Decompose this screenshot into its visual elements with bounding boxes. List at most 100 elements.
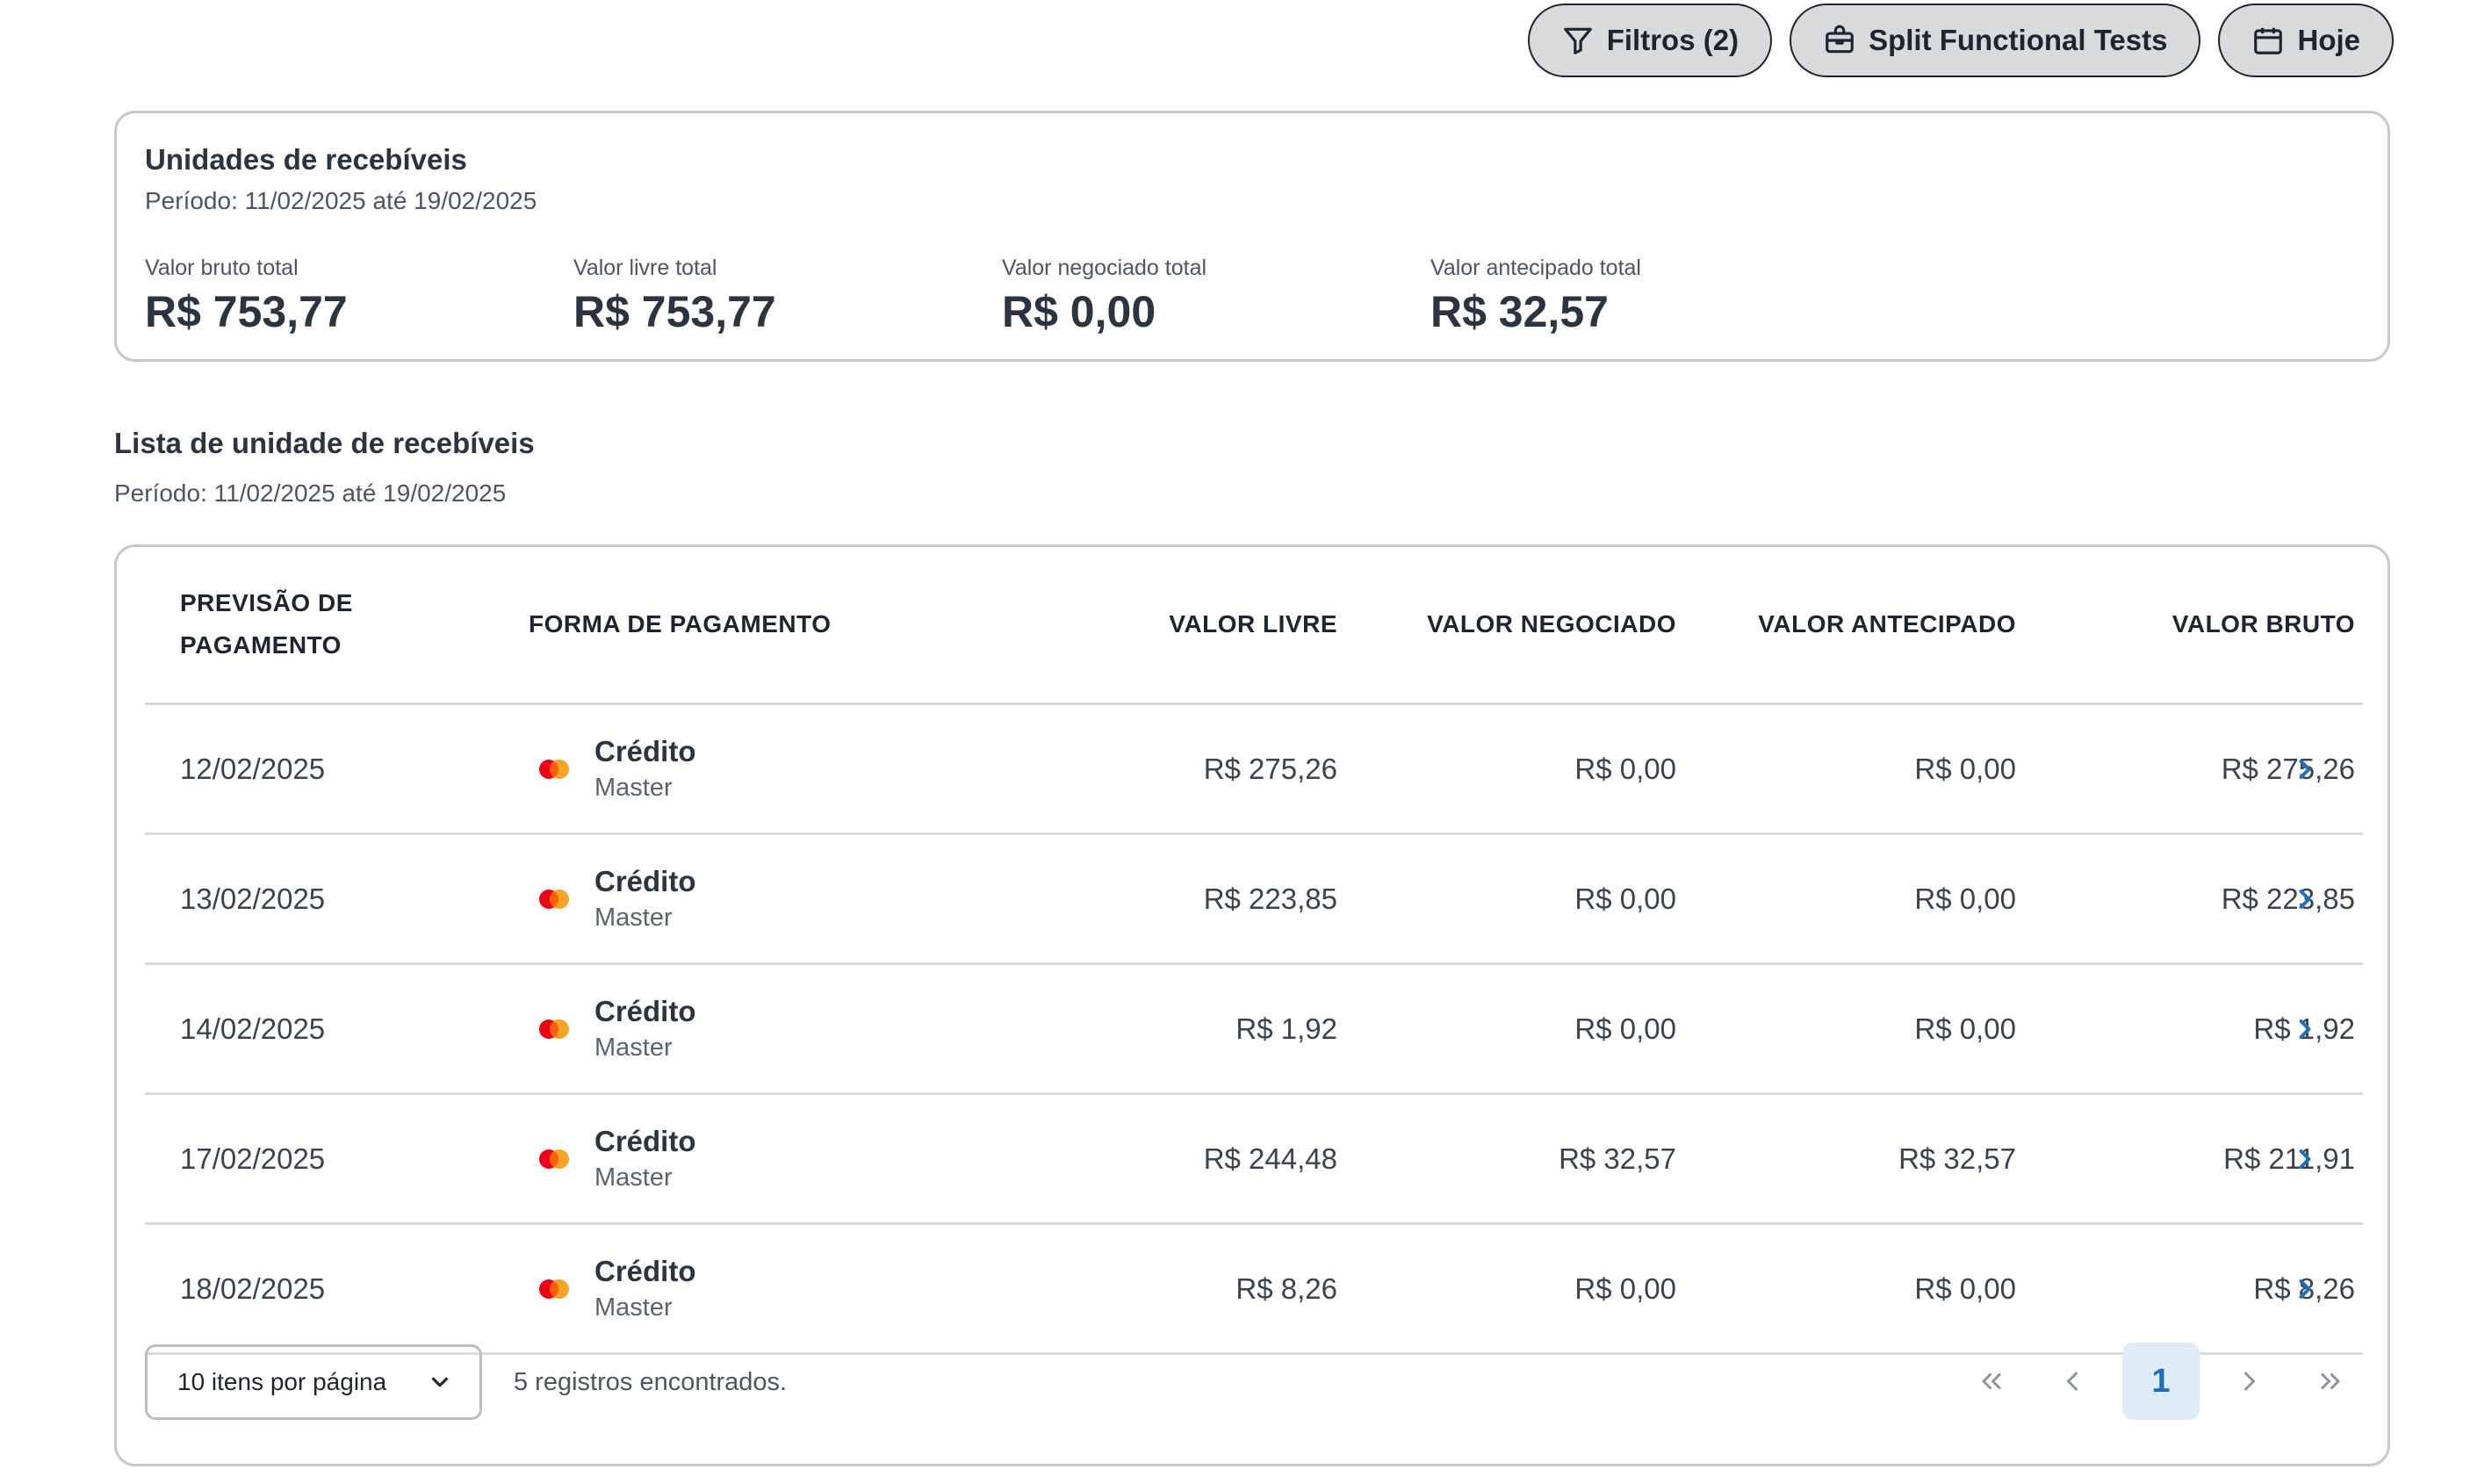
table-header: PREVISÃO DE PAGAMENTO FORMA DE PAGAMENTO… xyxy=(145,582,2363,705)
row-date: 12/02/2025 xyxy=(180,752,326,785)
mastercard-icon xyxy=(539,1279,569,1299)
metric-gross-total: Valor bruto total R$ 753,77 xyxy=(145,256,573,337)
filters-label: Filtros (2) xyxy=(1606,24,1739,56)
payment-text: Crédito Master xyxy=(594,865,696,933)
items-per-page-select[interactable]: 10 itens por página xyxy=(145,1344,482,1420)
metric-value: R$ 0,00 xyxy=(1002,287,1156,336)
row-date: 17/02/2025 xyxy=(180,1142,326,1175)
summary-title: Unidades de recebíveis xyxy=(145,143,467,176)
list-title: Lista de unidade de recebíveis xyxy=(114,427,535,459)
summary-metrics: Valor bruto total R$ 753,77 Valor livre … xyxy=(145,256,2359,337)
header-negotiated-value: VALOR NEGOCIADO xyxy=(1427,610,1676,638)
date-button[interactable]: Hoje xyxy=(2218,4,2394,77)
mastercard-icon xyxy=(539,889,569,909)
payment-type: Crédito xyxy=(594,1125,696,1157)
metric-label: Valor livre total xyxy=(573,256,717,280)
chevron-down-icon xyxy=(431,1377,449,1387)
metric-anticipated-total: Valor antecipado total R$ 32,57 xyxy=(1430,256,1859,337)
row-payment-method: Crédito Master xyxy=(537,1095,696,1222)
row-details-button[interactable] xyxy=(2289,1095,2321,1222)
metric-value: R$ 753,77 xyxy=(573,287,776,336)
payment-type: Crédito xyxy=(594,735,696,767)
row-date: 14/02/2025 xyxy=(180,1012,326,1045)
metric-label: Valor antecipado total xyxy=(1430,256,1641,280)
records-count: 5 registros encontrados. xyxy=(514,1367,788,1396)
chevron-right-icon xyxy=(2299,889,2311,909)
payment-method: Crédito Master xyxy=(537,865,696,933)
pagination: 1 xyxy=(1961,1343,2361,1420)
row-gross-value: R$ 223,85 xyxy=(2221,882,2355,915)
toolbar: Filtros (2) Split Functional Tests Hoje xyxy=(1527,4,2394,77)
card-brand: Master xyxy=(594,1163,673,1192)
card-brand: Master xyxy=(594,904,673,932)
row-free-value: R$ 223,85 xyxy=(1203,882,1337,915)
row-negotiated-value: R$ 0,00 xyxy=(1574,1012,1676,1045)
header-date-line2: PAGAMENTO xyxy=(180,631,342,659)
row-details-button[interactable] xyxy=(2289,965,2321,1092)
card-brand: Master xyxy=(594,1034,673,1062)
row-anticipated-value: R$ 32,57 xyxy=(1898,1142,2016,1175)
row-payment-method: Crédito Master xyxy=(537,1225,696,1352)
row-negotiated-value: R$ 0,00 xyxy=(1574,1271,1676,1305)
table-row[interactable]: 13/02/2025 Crédito Master R$ 223,85 R$ 0… xyxy=(145,835,2363,965)
merchant-selector-button[interactable]: Split Functional Tests xyxy=(1790,4,2201,77)
receivables-page: Filtros (2) Split Functional Tests Hoje … xyxy=(0,0,2492,1484)
header-payment-method: FORMA DE PAGAMENTO xyxy=(529,610,832,638)
chevron-right-icon xyxy=(2299,1019,2311,1039)
row-payment-method: Crédito Master xyxy=(537,965,696,1092)
row-free-value: R$ 244,48 xyxy=(1203,1142,1337,1175)
metric-label: Valor negociado total xyxy=(1002,256,1207,280)
items-per-page-value: 10 itens por página xyxy=(177,1368,387,1395)
card-brand: Master xyxy=(594,774,673,802)
row-details-button[interactable] xyxy=(2289,835,2321,962)
payment-type: Crédito xyxy=(594,995,696,1027)
chevron-right-icon xyxy=(2299,1279,2311,1299)
first-page-button[interactable] xyxy=(1961,1343,2022,1420)
row-negotiated-value: R$ 0,00 xyxy=(1574,882,1676,915)
row-negotiated-value: R$ 32,57 xyxy=(1559,1142,1676,1175)
table-row[interactable]: 14/02/2025 Crédito Master R$ 1,92 R$ 0,0… xyxy=(145,965,2363,1095)
table-row[interactable]: 18/02/2025 Crédito Master R$ 8,26 R$ 0,0… xyxy=(145,1225,2363,1355)
card-brand: Master xyxy=(594,1293,673,1322)
chevron-right-icon xyxy=(2299,759,2311,779)
table-row[interactable]: 12/02/2025 Crédito Master R$ 275,26 R$ 0… xyxy=(145,705,2363,835)
payment-text: Crédito Master xyxy=(594,735,696,803)
payment-method: Crédito Master xyxy=(537,735,696,803)
chevrons-right-icon xyxy=(2321,1373,2340,1389)
payment-text: Crédito Master xyxy=(594,1255,696,1322)
header-payment-date: PREVISÃO DE PAGAMENTO xyxy=(180,582,353,666)
header-gross-value: VALOR BRUTO xyxy=(2171,610,2355,638)
payment-type: Crédito xyxy=(594,1255,696,1287)
row-payment-method: Crédito Master xyxy=(537,835,696,962)
row-negotiated-value: R$ 0,00 xyxy=(1574,752,1676,785)
header-anticipated-value: VALOR ANTECIPADO xyxy=(1758,610,2016,638)
chevron-right-icon xyxy=(2299,1149,2311,1169)
payment-method: Crédito Master xyxy=(537,1125,696,1192)
date-label: Hoje xyxy=(2297,24,2360,56)
filters-button[interactable]: Filtros (2) xyxy=(1527,4,1773,77)
row-details-button[interactable] xyxy=(2289,1225,2321,1352)
page-number-current[interactable]: 1 xyxy=(2122,1343,2200,1420)
table-row[interactable]: 17/02/2025 Crédito Master R$ 244,48 R$ 3… xyxy=(145,1095,2363,1225)
row-date: 13/02/2025 xyxy=(180,882,326,915)
payment-type: Crédito xyxy=(594,865,696,897)
payment-method: Crédito Master xyxy=(537,1255,696,1322)
row-date: 18/02/2025 xyxy=(180,1271,326,1305)
next-page-button[interactable] xyxy=(2219,1343,2280,1420)
row-anticipated-value: R$ 0,00 xyxy=(1914,1012,2016,1045)
previous-page-button[interactable] xyxy=(2042,1343,2103,1420)
metric-label: Valor bruto total xyxy=(145,256,299,280)
metric-value: R$ 32,57 xyxy=(1430,287,1609,336)
summary-period: Período: 11/02/2025 até 19/02/2025 xyxy=(145,187,537,214)
mastercard-icon xyxy=(539,759,569,779)
row-free-value: R$ 275,26 xyxy=(1203,752,1337,785)
last-page-button[interactable] xyxy=(2300,1343,2361,1420)
row-anticipated-value: R$ 0,00 xyxy=(1914,882,2016,915)
payment-text: Crédito Master xyxy=(594,995,696,1063)
row-details-button[interactable] xyxy=(2289,705,2321,832)
list-period: Período: 11/02/2025 até 19/02/2025 xyxy=(114,479,507,507)
calendar-icon xyxy=(2254,27,2283,54)
chevron-right-icon xyxy=(2244,1372,2255,1391)
metric-negotiated-total: Valor negociado total R$ 0,00 xyxy=(1002,256,1430,337)
merchant-label: Split Functional Tests xyxy=(1869,24,2168,56)
